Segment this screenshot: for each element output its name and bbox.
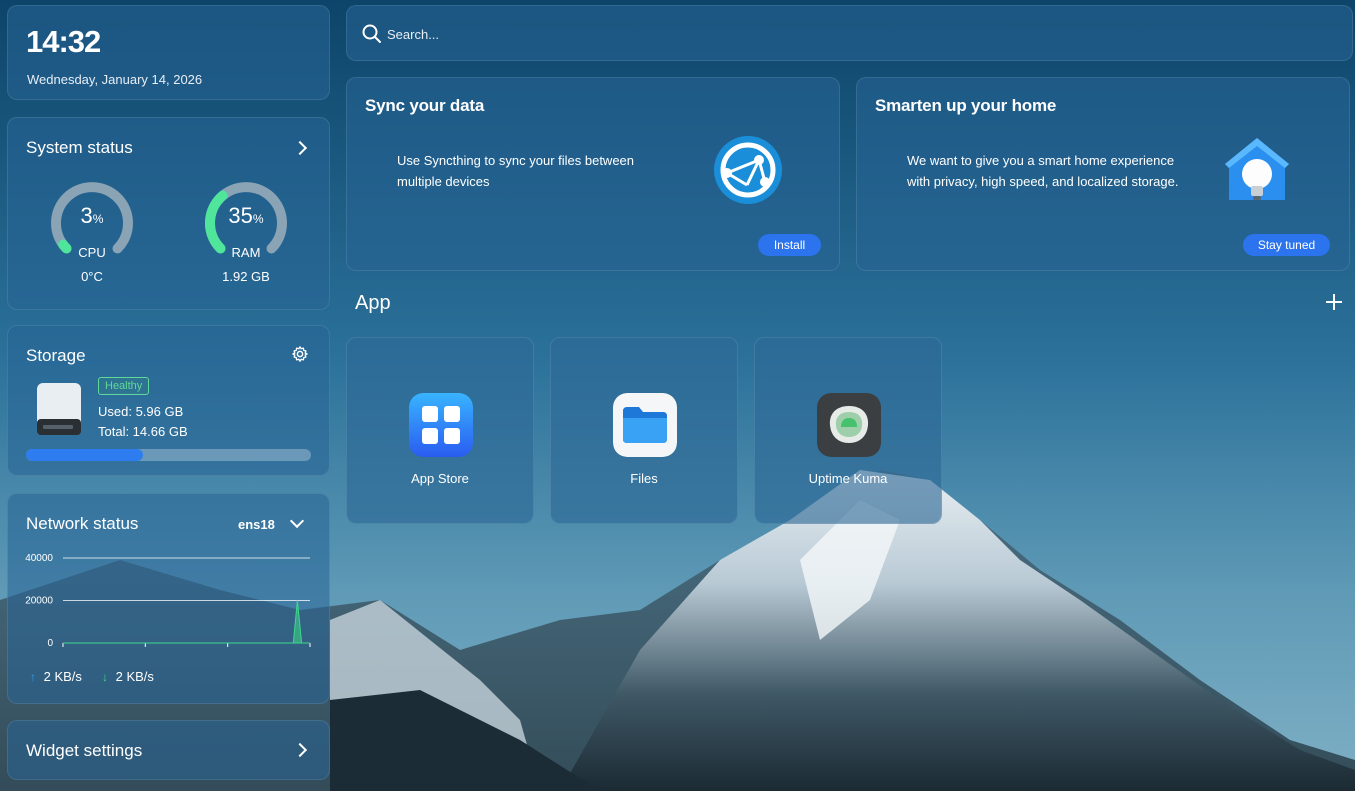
- gear-icon[interactable]: [291, 345, 309, 363]
- ram-percent: 35%: [228, 203, 264, 228]
- widget-settings-button[interactable]: Widget settings: [7, 720, 330, 780]
- network-status-widget: Network status ens18 40000 20000 0 ↑ 2 KB/…: [7, 493, 330, 704]
- clock-widget: 14:32 Wednesday, January 14, 2026: [7, 5, 330, 100]
- stay-tuned-button[interactable]: Stay tuned: [1243, 234, 1330, 256]
- chevron-right-icon[interactable]: [292, 140, 308, 156]
- promo-card-smart-home: Smarten up your home We want to give you…: [856, 77, 1350, 271]
- search-bar[interactable]: [346, 5, 1353, 61]
- y-tick-label: 20000: [25, 596, 53, 607]
- network-status-title: Network status: [26, 514, 139, 533]
- cpu-temperature: 0°C: [81, 269, 103, 284]
- app-section-title: App: [355, 292, 391, 314]
- storage-progress-fill: [26, 449, 143, 461]
- upload-speed: ↑ 2 KB/s: [30, 669, 82, 684]
- smart-home-icon: [1225, 138, 1289, 200]
- cpu-gauge: 3% CPU 0°C: [42, 173, 142, 284]
- hard-drive-icon: [37, 383, 81, 435]
- download-series-area: [63, 600, 310, 644]
- storage-widget: Storage Healthy Used: 5.96 GB Total: 14.…: [7, 325, 330, 476]
- ram-gauge: 35% RAM 1.92 GB: [196, 173, 296, 284]
- add-icon[interactable]: [1324, 292, 1344, 312]
- storage-used: Used: 5.96 GB: [98, 404, 184, 419]
- chevron-down-icon[interactable]: [289, 513, 305, 529]
- widget-settings-label: Widget settings: [26, 741, 143, 760]
- system-status-widget: System status 3% CPU 0°C 35% RAM 1.92 GB: [7, 117, 330, 310]
- system-status-title: System status: [26, 138, 133, 157]
- status-badge: Healthy: [98, 377, 150, 395]
- storage-progress-bar: [26, 449, 311, 461]
- install-button[interactable]: Install: [758, 234, 821, 256]
- arrow-down-icon: ↓: [102, 670, 108, 684]
- ram-used: 1.92 GB: [222, 269, 270, 284]
- clock-date: Wednesday, January 14, 2026: [27, 72, 203, 87]
- interface-select[interactable]: ens18: [238, 517, 275, 532]
- y-tick-label: 40000: [25, 553, 53, 564]
- search-input[interactable]: [387, 20, 1287, 48]
- app-store-icon: [409, 393, 473, 457]
- storage-total: Total: 14.66 GB: [98, 424, 188, 439]
- promo-card-sync: Sync your data Use Syncthing to sync you…: [346, 77, 840, 271]
- uptime-kuma-icon: [817, 393, 881, 457]
- app-name: App Store: [411, 471, 469, 486]
- app-name: Files: [630, 471, 658, 486]
- cpu-label: CPU: [78, 245, 106, 260]
- network-chart: 40000 20000 0: [25, 553, 311, 649]
- promo-title: Smarten up your home: [875, 96, 1057, 115]
- promo-description: We want to give you a smart home experie…: [907, 153, 1179, 189]
- storage-title: Storage: [26, 346, 86, 365]
- arrow-up-icon: ↑: [30, 670, 36, 684]
- y-tick-label: 0: [47, 638, 53, 649]
- cpu-percent: 3%: [80, 203, 104, 228]
- download-speed: ↓ 2 KB/s: [102, 669, 154, 684]
- ram-label: RAM: [231, 245, 261, 260]
- search-icon: [362, 24, 381, 43]
- app-tile-uptime-kuma[interactable]: Uptime Kuma: [754, 337, 942, 524]
- app-tile-files[interactable]: Files: [550, 337, 738, 524]
- app-tile-app-store[interactable]: App Store: [346, 337, 534, 524]
- chevron-right-icon: [292, 742, 308, 758]
- syncthing-icon: [714, 136, 782, 204]
- promo-description: Use Syncthing to sync your files between…: [397, 153, 635, 189]
- clock-time: 14:32: [26, 24, 101, 59]
- folder-icon: [613, 393, 677, 457]
- promo-title: Sync your data: [365, 96, 485, 115]
- app-name: Uptime Kuma: [808, 471, 888, 486]
